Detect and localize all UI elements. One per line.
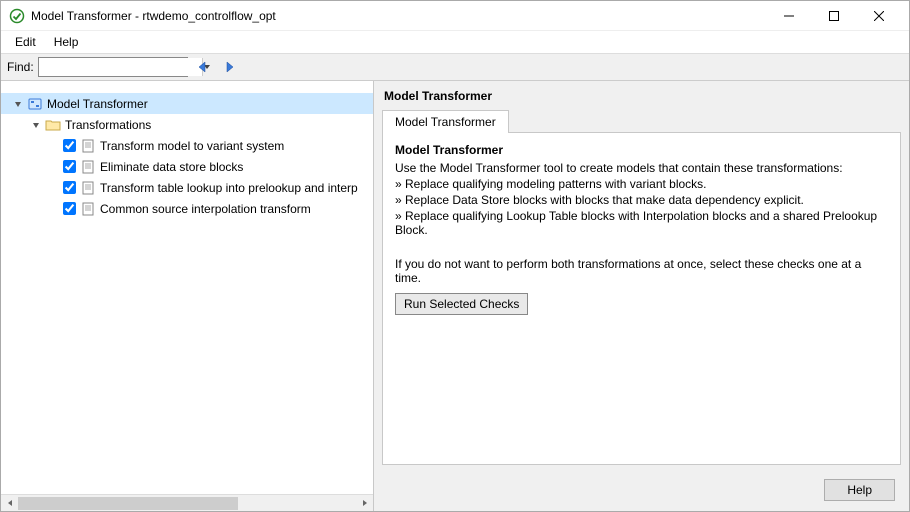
title-bar: Model Transformer - rtwdemo_controlflow_… [1, 1, 909, 31]
window-title: Model Transformer - rtwdemo_controlflow_… [31, 9, 766, 23]
scroll-left-button[interactable] [1, 495, 18, 512]
detail-footer: Help [374, 473, 909, 511]
find-next-button[interactable] [218, 57, 240, 77]
tab-model-transformer[interactable]: Model Transformer [382, 110, 509, 133]
menu-edit[interactable]: Edit [7, 33, 44, 51]
menu-help[interactable]: Help [46, 33, 87, 51]
tree-folder-transformations[interactable]: Transformations [1, 114, 373, 135]
find-combobox[interactable] [38, 57, 188, 77]
detail-note: If you do not want to perform both trans… [395, 257, 888, 285]
scrollbar-thumb[interactable] [18, 497, 238, 510]
tab-body: Model Transformer Use the Model Transfor… [382, 132, 901, 465]
find-label: Find: [7, 60, 34, 74]
content-area: Model Transformer Transformations [1, 81, 909, 511]
tree[interactable]: Model Transformer Transformations [1, 81, 373, 494]
horizontal-scrollbar[interactable] [1, 494, 373, 511]
minimize-button[interactable] [766, 2, 811, 30]
tree-root-label: Model Transformer [47, 97, 148, 111]
tree-item-common-source-interp[interactable]: Common source interpolation transform [1, 198, 373, 219]
tree-item-label: Common source interpolation transform [100, 202, 311, 216]
tree-item-checkbox[interactable] [63, 202, 76, 215]
detail-pane: Model Transformer Model Transformer Mode… [374, 81, 909, 511]
tree-item-eliminate-datastore[interactable]: Eliminate data store blocks [1, 156, 373, 177]
menu-bar: Edit Help [1, 31, 909, 53]
detail-bullet: » Replace qualifying Lookup Table blocks… [395, 209, 888, 237]
scroll-right-button[interactable] [356, 495, 373, 512]
close-button[interactable] [856, 2, 901, 30]
tree-item-label: Transform table lookup into prelookup an… [100, 181, 358, 195]
detail-bullet: » Replace qualifying modeling patterns w… [395, 177, 888, 191]
help-button[interactable]: Help [824, 479, 895, 501]
tree-item-variant-system[interactable]: Transform model to variant system [1, 135, 373, 156]
tree-item-label: Transform model to variant system [100, 139, 284, 153]
maximize-button[interactable] [811, 2, 856, 30]
tab-bar: Model Transformer [374, 109, 909, 132]
tree-folder-label: Transformations [65, 118, 151, 132]
tree-item-checkbox[interactable] [63, 181, 76, 194]
window-controls [766, 2, 901, 30]
scrollbar-track[interactable] [18, 495, 356, 512]
find-input[interactable] [39, 58, 202, 76]
detail-intro: Use the Model Transformer tool to create… [395, 161, 888, 175]
detail-heading: Model Transformer [395, 143, 888, 157]
model-icon [27, 96, 43, 112]
tree-item-table-lookup[interactable]: Transform table lookup into prelookup an… [1, 177, 373, 198]
expander-icon[interactable] [29, 118, 43, 132]
tree-root[interactable]: Model Transformer [1, 93, 373, 114]
tree-item-label: Eliminate data store blocks [100, 160, 243, 174]
tree-item-checkbox[interactable] [63, 139, 76, 152]
document-icon [80, 159, 96, 175]
expander-icon[interactable] [11, 97, 25, 111]
find-prev-button[interactable] [192, 57, 214, 77]
tree-pane: Model Transformer Transformations [1, 81, 374, 511]
tree-item-checkbox[interactable] [63, 160, 76, 173]
document-icon [80, 201, 96, 217]
find-toolbar: Find: [1, 53, 909, 81]
folder-icon [45, 117, 61, 133]
detail-bullet: » Replace Data Store blocks with blocks … [395, 193, 888, 207]
document-icon [80, 180, 96, 196]
app-icon [9, 8, 25, 24]
panel-title: Model Transformer [374, 81, 909, 109]
document-icon [80, 138, 96, 154]
run-selected-checks-button[interactable]: Run Selected Checks [395, 293, 528, 315]
